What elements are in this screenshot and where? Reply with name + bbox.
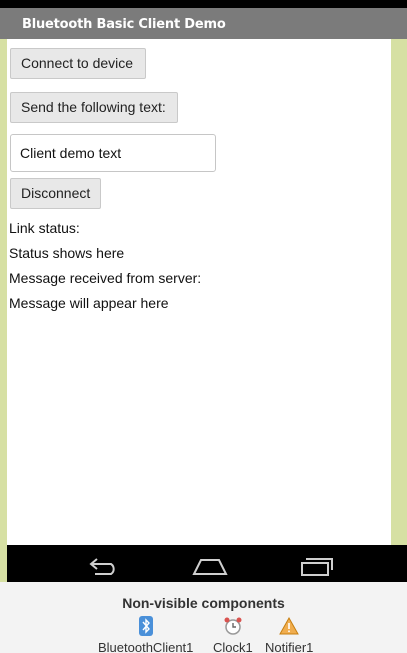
component-notifier[interactable]: Notifier1 [265, 616, 313, 653]
status-label: Status shows here [9, 245, 125, 261]
component-bluetoothclient[interactable]: BluetoothClient1 [98, 616, 193, 653]
component-clock[interactable]: Clock1 [213, 616, 253, 653]
bluetooth-icon [98, 616, 193, 638]
clock-icon [213, 616, 253, 638]
link-status-label: Link status: [9, 220, 80, 236]
back-icon[interactable] [87, 555, 121, 580]
disconnect-button[interactable]: Disconnect [10, 178, 101, 209]
app-title-bar: Bluetooth Basic Client Demo [0, 8, 407, 39]
screen: Connect to device Send the following tex… [7, 39, 391, 545]
frame-edge [391, 39, 407, 545]
status-bar [0, 0, 407, 8]
send-button[interactable]: Send the following text: [10, 92, 178, 123]
navigation-bar [7, 545, 407, 582]
phone-preview: Bluetooth Basic Client Demo Connect to d… [0, 0, 407, 582]
connect-button[interactable]: Connect to device [10, 48, 146, 79]
home-icon[interactable] [191, 555, 229, 582]
message-label: Message will appear here [9, 295, 169, 311]
message-textbox[interactable]: Client demo text [10, 134, 216, 172]
warning-icon [265, 616, 313, 638]
non-visible-components-title: Non-visible components [122, 595, 285, 611]
non-visible-components-panel: Non-visible components BluetoothClient1 … [0, 582, 407, 653]
message-received-label: Message received from server: [9, 270, 202, 286]
recent-apps-icon[interactable] [299, 555, 335, 582]
